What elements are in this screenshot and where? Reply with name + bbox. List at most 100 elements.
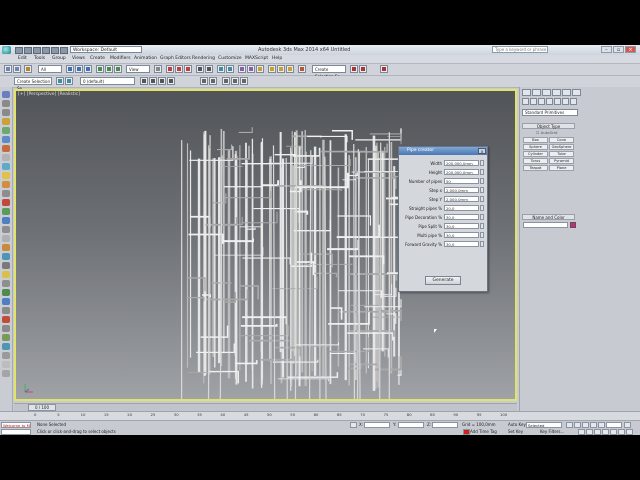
named-selection-select[interactable]: Create Selection Se <box>312 65 346 79</box>
forward-gravity-spinner[interactable] <box>480 241 484 247</box>
render-iterative-icon[interactable] <box>359 65 367 73</box>
key-mode-select[interactable]: Selected <box>526 422 562 428</box>
undo-icon[interactable] <box>42 47 50 54</box>
height-spinner[interactable] <box>480 169 484 175</box>
polygon-tool-icon[interactable] <box>2 154 10 161</box>
maxscript-listener[interactable]: Welcome to M <box>1 422 31 428</box>
container-icon[interactable] <box>200 77 208 85</box>
step-y-input[interactable]: 2,000,0mm <box>444 196 479 202</box>
extrude-tool-icon[interactable] <box>2 199 10 206</box>
layer-tools-icon[interactable] <box>140 77 148 85</box>
straight-pipes-input[interactable]: 20,0 <box>444 205 479 211</box>
torus-button[interactable]: Torus <box>523 158 548 164</box>
menu-help[interactable]: Help <box>272 55 282 63</box>
multi-pipe-input[interactable]: 30,0 <box>444 232 479 238</box>
pipe-split-input[interactable]: 30,0 <box>444 223 479 229</box>
layer-select[interactable]: 0 (default) <box>80 77 135 85</box>
selection-filter-select[interactable]: All <box>38 65 62 73</box>
close-button[interactable]: × <box>625 46 636 53</box>
auto-key-button[interactable]: Auto Key <box>508 422 526 427</box>
pipe-split-spinner[interactable] <box>480 223 484 229</box>
move-icon[interactable] <box>96 65 104 73</box>
menu-animation[interactable]: Animation <box>134 55 157 63</box>
target-weld-icon[interactable] <box>2 271 10 278</box>
create-selection-set-select[interactable]: Create Selection Se <box>14 77 52 91</box>
pipe-decoration-spinner[interactable] <box>480 214 484 220</box>
maximize-button[interactable]: ▫ <box>613 46 624 53</box>
grow-tool-icon[interactable] <box>2 352 10 359</box>
object-name-input[interactable] <box>523 222 568 228</box>
search-input[interactable]: Type a keyword or phrase <box>492 46 548 53</box>
scene-explorer-icon[interactable] <box>222 77 230 85</box>
helpers-icon[interactable] <box>554 98 561 105</box>
relax-tool-icon[interactable] <box>2 289 10 296</box>
save-file-icon[interactable] <box>33 47 41 54</box>
display-tab-icon[interactable] <box>562 89 571 96</box>
pivot-icon[interactable] <box>154 65 162 73</box>
menu-rendering[interactable]: Rendering <box>192 55 215 63</box>
flip-tool-icon[interactable] <box>2 316 10 323</box>
field-of-view-icon[interactable] <box>602 429 609 435</box>
smooth-tool-icon[interactable] <box>2 298 10 305</box>
redo-icon[interactable] <box>51 47 59 54</box>
cone-button[interactable]: Cone <box>549 137 574 143</box>
zoom-all-icon[interactable] <box>586 429 593 435</box>
hierarchy-tab-icon[interactable] <box>542 89 551 96</box>
menu-views[interactable]: Views <box>72 55 85 63</box>
menu-customize[interactable]: Customize <box>218 55 242 63</box>
number-of-pipes-spinner[interactable] <box>480 178 484 184</box>
maximize-viewport-icon[interactable] <box>626 429 633 435</box>
bridge-tool-icon[interactable] <box>2 235 10 242</box>
rotate-icon[interactable] <box>105 65 113 73</box>
shapes-icon[interactable] <box>530 98 537 105</box>
workspace-select[interactable]: Workspace: Default <box>70 46 142 53</box>
cameras-icon[interactable] <box>546 98 553 105</box>
spacewarps-icon[interactable] <box>562 98 569 105</box>
vertex-tool-icon[interactable] <box>2 127 10 134</box>
redo-icon[interactable] <box>13 65 21 73</box>
lights-icon[interactable] <box>538 98 545 105</box>
maxscript-input[interactable] <box>1 429 31 435</box>
project-folder-icon[interactable] <box>60 47 68 54</box>
teapot-render-icon[interactable] <box>298 65 306 73</box>
zoom-extents-icon[interactable] <box>594 429 601 435</box>
render-icon[interactable] <box>286 65 294 73</box>
rendered-frame-icon[interactable] <box>277 65 285 73</box>
graphite-ribbon-icon[interactable] <box>226 65 234 73</box>
shrink-tool-icon[interactable] <box>2 361 10 368</box>
new-file-icon[interactable] <box>15 47 23 54</box>
render-production-icon[interactable] <box>350 65 358 73</box>
mirror-icon[interactable] <box>196 65 204 73</box>
edge-tool-icon[interactable] <box>2 136 10 143</box>
scale-tool-icon[interactable] <box>2 118 10 125</box>
app-logo-icon[interactable] <box>2 46 11 54</box>
pipe-decoration-input[interactable]: 30,0 <box>444 214 479 220</box>
time-config-icon[interactable] <box>624 422 631 428</box>
time-slider-thumb[interactable]: 0 / 100 <box>28 404 56 411</box>
weld-tool-icon[interactable] <box>2 262 10 269</box>
select-object-icon[interactable] <box>66 65 74 73</box>
layer-hide-icon[interactable] <box>158 77 166 85</box>
key-filters-button[interactable]: Key Filters... <box>540 429 564 434</box>
loop-tool-icon[interactable] <box>2 181 10 188</box>
select-tool-icon[interactable] <box>2 91 10 98</box>
move-tool-icon[interactable] <box>2 100 10 107</box>
angle-snap-icon[interactable] <box>175 65 183 73</box>
play-icon[interactable] <box>582 422 589 428</box>
step-x-spinner[interactable] <box>480 187 484 193</box>
number-of-pipes-input[interactable]: 50 <box>444 178 479 184</box>
rotate-tool-icon[interactable] <box>2 109 10 116</box>
autogrid-checkbox[interactable]: ☐ AutoGrid <box>536 130 557 135</box>
set-key-button[interactable]: Set Key <box>508 429 523 434</box>
container-open-icon[interactable] <box>209 77 217 85</box>
current-frame-input[interactable] <box>606 422 622 428</box>
paint-tool-icon[interactable] <box>2 172 10 179</box>
percent-snap-icon[interactable] <box>184 65 192 73</box>
box-button[interactable]: Box <box>523 137 548 143</box>
undo-icon[interactable] <box>4 65 12 73</box>
z-coord-input[interactable] <box>432 422 458 428</box>
add-time-tag[interactable]: Add Time Tag <box>470 429 497 434</box>
schematic-view-icon[interactable] <box>247 65 255 73</box>
height-input[interactable]: 200,000,0mm <box>444 169 479 175</box>
pan-icon[interactable] <box>610 429 617 435</box>
